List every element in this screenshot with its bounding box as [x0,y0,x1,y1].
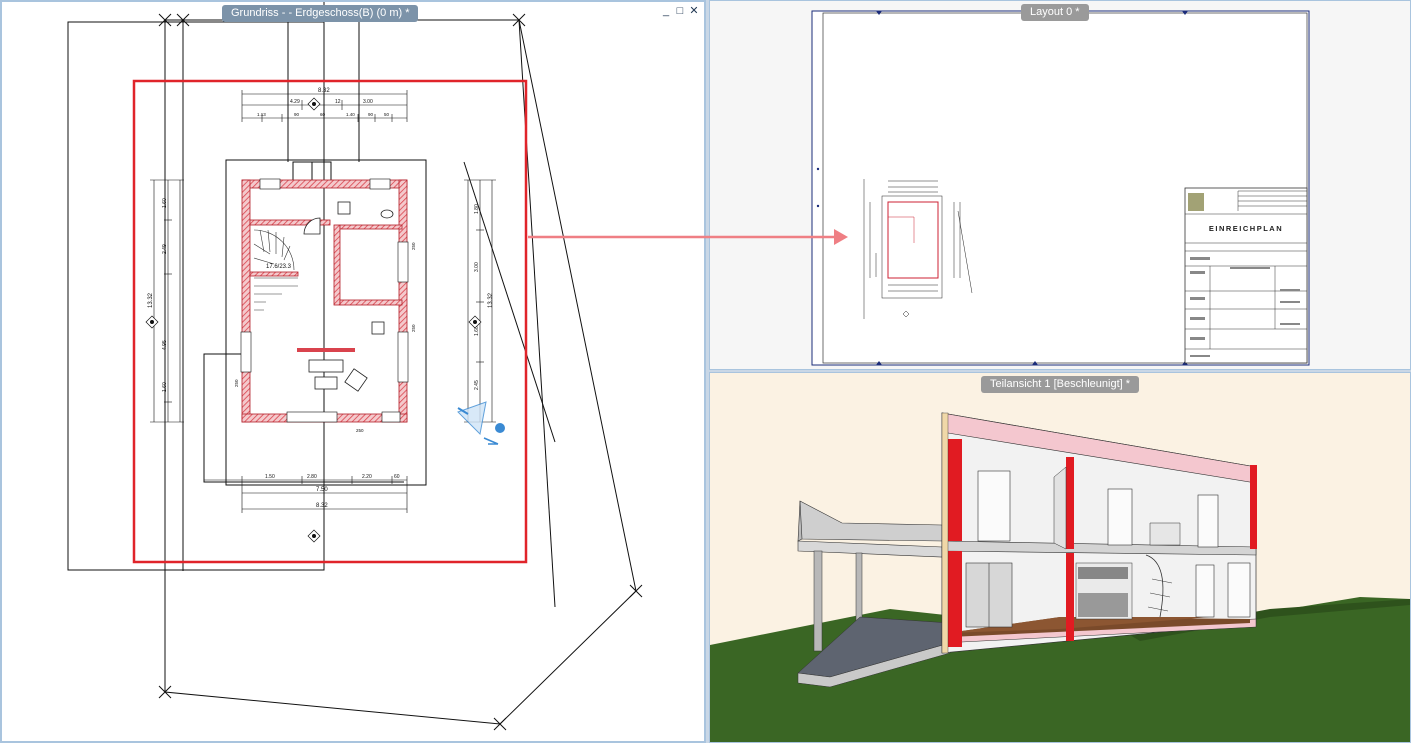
kitchen-counter [297,348,355,352]
minimize-button[interactable]: _ [660,5,672,17]
site-boundary [67,2,637,725]
wall-mark: 250 [411,242,416,250]
dimension-label: 2.20 [362,474,372,480]
dimension-label: 4.95 [162,340,168,350]
floor-plan-pane[interactable]: Grundriss - - Erdgeschoss(B) (0 m) * _ □… [0,0,706,743]
dimension-label: 50 [384,112,390,117]
layout-canvas[interactable]: EINREICHPLAN [710,1,1410,369]
window-controls: _ □ ✕ [660,5,700,17]
dimension-label: 3.00 [474,262,480,272]
layout-frame[interactable] [132,79,528,564]
right-total-dimension: 13.32 [488,292,494,308]
dimension-label: 1.80 [474,204,480,214]
dimension-label: 1.60 [162,198,168,208]
furniture [303,201,394,392]
stairs [253,229,298,311]
house-section [941,412,1257,654]
dimension-label: 1.60 [162,382,168,392]
tab-3d-view[interactable]: Teilansicht 1 [Beschleunigt] * [981,376,1140,393]
3d-view-canvas[interactable] [710,373,1410,742]
wall-mark: 250 [356,428,364,433]
bottom-overall-dimension: 8.32 [316,503,328,509]
floor-plan-canvas[interactable]: 17.6/23.3 8.32 4.29 12 3.00 1.13 90 60 1… [2,2,704,741]
top-total-dimension: 8.32 [318,88,330,94]
dimension-label: 2.80 [307,474,317,480]
building-outline [203,159,427,486]
section-marker-right [468,315,482,329]
wall-mark: 250 [234,379,239,387]
dimension-label: 1.40 [346,112,355,117]
top-row2-dimensions: 1.13 90 60 1.40 90 50 [257,112,390,117]
bottom-total-dimension: 7.50 [316,487,328,493]
dimension-label: 2.45 [474,380,480,390]
dimension-label: 60 [320,112,326,117]
section-marker-left [145,315,159,329]
dimension-label: 90 [294,112,300,117]
room-label: 17.6/23.3 [266,264,292,270]
title-block-heading: EINREICHPLAN [1209,224,1283,233]
dimension-label: 1.13 [257,112,266,117]
dimension-label: 90 [368,112,374,117]
tab-floor-plan[interactable]: Grundriss - - Erdgeschoss(B) (0 m) * [222,5,419,22]
dimension-label: 4.29 [290,99,300,105]
tab-layout[interactable]: Layout 0 * [1021,4,1089,21]
maximize-button[interactable]: □ [674,5,686,17]
3d-view-pane[interactable]: Teilansicht 1 [Beschleunigt] * [709,372,1411,743]
camera-gizmo[interactable] [457,401,505,445]
title-block [1184,187,1308,364]
dimension-label: 1.50 [265,474,275,480]
wall-mark: 250 [411,324,416,332]
left-total-dimension: 13.32 [148,292,154,308]
section-marker-bottom [307,529,321,543]
layout-pane[interactable]: Layout 0 * EINREICHPLAN [709,0,1411,370]
bottom-row1-dimensions: 1.50 2.80 2.20 60 [265,474,400,480]
section-marker-top [307,97,321,111]
close-button[interactable]: ✕ [688,5,700,17]
terrace [797,500,951,688]
top-row1-dimensions: 4.29 12 3.00 [290,99,373,105]
wall-marks: 250 250 250 250 [234,242,416,433]
dimension-label: 2.49 [162,244,168,254]
dimension-label: 3.00 [363,99,373,105]
dimension-label: 60 [394,474,400,480]
dimension-label: 12 [335,99,341,105]
